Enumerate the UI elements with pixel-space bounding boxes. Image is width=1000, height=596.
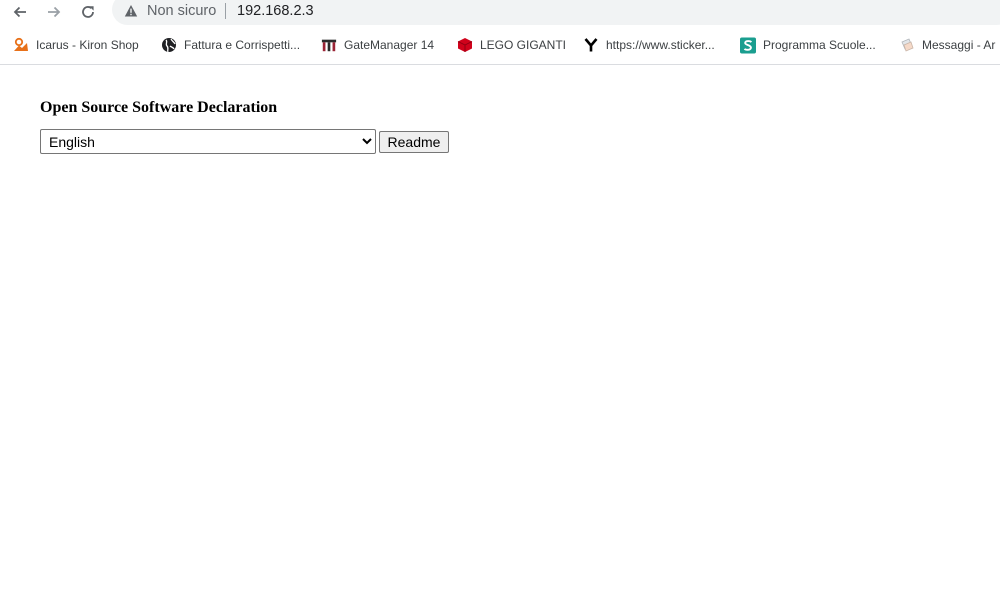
bookmark-fattura[interactable]: Fattura e Corrispetti... bbox=[161, 36, 300, 54]
reload-button[interactable] bbox=[76, 1, 100, 23]
address-separator bbox=[225, 3, 226, 19]
gatemanager-icon bbox=[321, 37, 337, 53]
bookmark-gatemanager[interactable]: GateManager 14 bbox=[321, 36, 434, 54]
warning-triangle-icon bbox=[124, 5, 138, 17]
bookmark-label: https://www.sticker... bbox=[606, 38, 715, 52]
browser-toolbar: Non sicuro 192.168.2.3 bbox=[0, 0, 1000, 27]
back-arrow-icon bbox=[13, 6, 26, 18]
language-select[interactable]: English bbox=[40, 129, 376, 154]
bookmark-label: Programma Scuole... bbox=[763, 38, 876, 52]
page-title: Open Source Software Declaration bbox=[40, 99, 278, 116]
forward-arrow-icon bbox=[48, 6, 61, 18]
messages-icon bbox=[899, 37, 915, 53]
back-button[interactable] bbox=[8, 1, 32, 23]
reload-icon bbox=[82, 6, 94, 18]
bookmark-kiron-shop[interactable]: Icarus - Kiron Shop bbox=[13, 36, 139, 54]
bookmark-label: LEGO GIGANTI bbox=[480, 38, 567, 52]
s-badge-icon bbox=[740, 37, 756, 53]
kiron-icon bbox=[13, 37, 29, 53]
url-text[interactable]: 192.168.2.3 bbox=[237, 2, 314, 20]
bookmark-label: Icarus - Kiron Shop bbox=[36, 38, 139, 52]
security-status[interactable]: Non sicuro bbox=[147, 2, 216, 20]
bookmark-programma-scuole[interactable]: Programma Scuole... bbox=[740, 36, 876, 54]
bookmark-lego[interactable]: LEGO GIGANTI bbox=[457, 36, 566, 54]
readme-button[interactable]: Readme bbox=[379, 131, 449, 153]
bookmark-label: Messaggi - Ar bbox=[922, 38, 996, 52]
bookmark-label: Fattura e Corrispetti... bbox=[184, 38, 301, 52]
bookmark-label: GateManager 14 bbox=[344, 38, 435, 52]
bookmark-messaggi[interactable]: Messaggi - Ar bbox=[899, 36, 995, 54]
bookmarks-bar: Icarus - Kiron Shop Fattura e Corrispett… bbox=[0, 27, 1000, 65]
y-letter-icon bbox=[583, 37, 599, 53]
lego-brick-icon bbox=[457, 37, 473, 53]
globe-icon bbox=[161, 37, 177, 53]
forward-button[interactable] bbox=[42, 1, 66, 23]
bookmark-sticker[interactable]: https://www.sticker... bbox=[583, 36, 715, 54]
